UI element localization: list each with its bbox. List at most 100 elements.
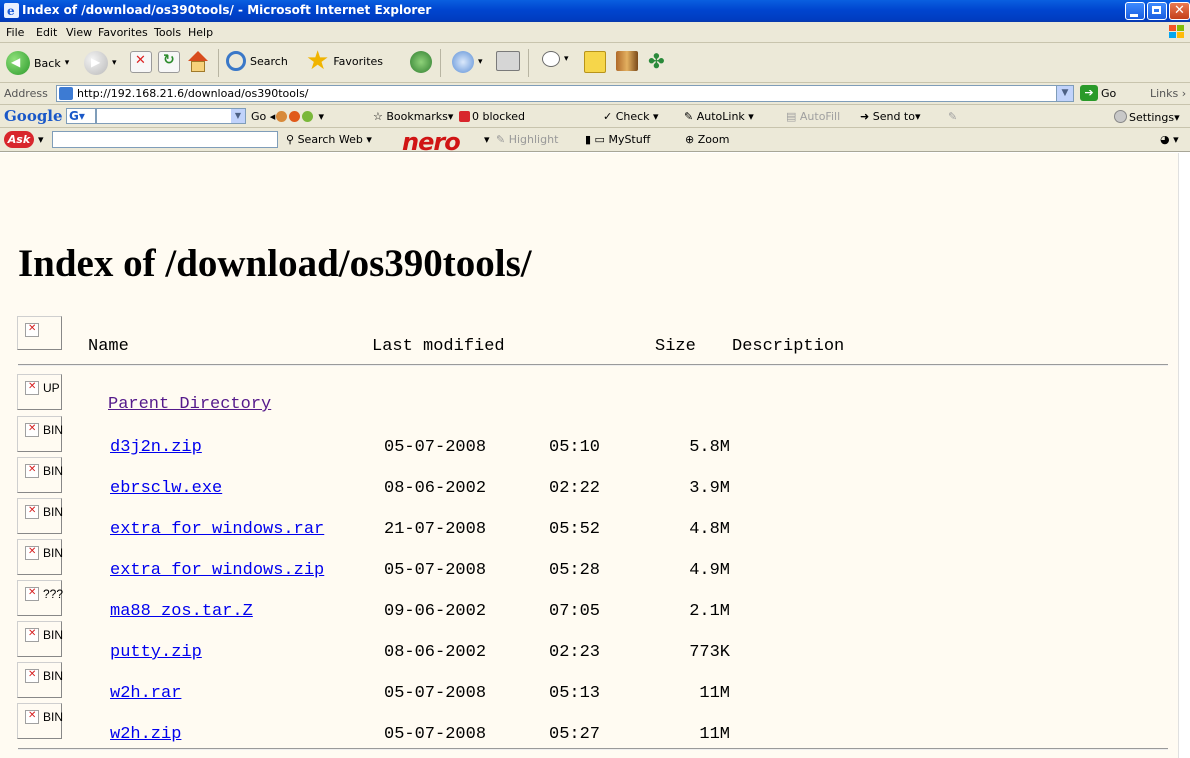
links-button[interactable]: Links › <box>1150 87 1186 100</box>
google-go-button[interactable]: Go ◂ <box>251 110 275 123</box>
address-input[interactable]: http://192.168.21.6/download/os390tools/… <box>56 85 1074 102</box>
google-g-button[interactable]: G▾ <box>66 108 96 124</box>
search-web-button[interactable]: ⚲ Search Web ▾ <box>286 133 372 146</box>
bookmarks-button[interactable]: ☆ Bookmarks▾ <box>373 110 453 123</box>
mystuff-button[interactable]: ▮ ▭ MyStuff <box>585 133 650 146</box>
file-link[interactable]: w2h.zip <box>110 725 181 744</box>
autolink-button[interactable]: ✎ AutoLink ▾ <box>684 110 754 123</box>
address-dropdown-icon[interactable]: ▼ <box>1056 86 1073 101</box>
icon-alt-text: BIN <box>43 505 64 519</box>
vertical-scrollbar[interactable] <box>1178 153 1190 758</box>
file-time: 05:13 <box>549 684 601 703</box>
stop-button[interactable] <box>130 51 152 73</box>
ask-dropdown-icon[interactable]: ▾ <box>38 133 44 146</box>
back-arrow-icon <box>6 51 30 75</box>
file-size: 11M <box>699 684 730 703</box>
search-button[interactable]: Search <box>226 51 288 71</box>
file-link[interactable]: putty.zip <box>110 643 202 662</box>
broken-image-icon <box>25 505 39 519</box>
file-time: 05:27 <box>549 725 601 744</box>
google-logo[interactable]: Google <box>4 107 63 125</box>
autofill-button[interactable]: ▤ AutoFill <box>786 110 840 123</box>
edit-button[interactable]: ▾ <box>542 51 569 67</box>
windows-flag-icon <box>1169 25 1184 38</box>
parent-directory-link[interactable]: Parent Directory <box>108 395 271 414</box>
menu-file[interactable]: File <box>6 26 24 39</box>
ask-logo[interactable]: Ask <box>4 131 34 148</box>
home-icon <box>186 51 210 73</box>
check-button[interactable]: ✓ Check ▾ <box>603 110 659 123</box>
stop-icon <box>130 51 152 73</box>
file-icon-cell: BIN <box>17 703 63 739</box>
column-size[interactable]: Size <box>655 337 696 356</box>
window-title-bar[interactable]: e Index of /download/os390tools/ - Micro… <box>0 0 1190 22</box>
file-link[interactable]: extra_for_windows.zip <box>110 561 324 580</box>
google-search-input[interactable]: ▼ <box>96 108 246 124</box>
header-divider <box>18 364 1168 366</box>
file-time: 07:05 <box>549 602 601 621</box>
research-button[interactable] <box>616 51 638 71</box>
menu-tools[interactable]: Tools <box>154 26 181 39</box>
file-link[interactable]: extra_for_windows.rar <box>110 520 324 539</box>
google-icons-group[interactable]: ▾ <box>276 110 324 123</box>
address-label: Address <box>4 87 48 100</box>
menu-favorites[interactable]: Favorites <box>98 26 148 39</box>
nero-dropdown-icon[interactable]: ▾ <box>484 133 490 146</box>
file-date: 05-07-2008 <box>384 561 487 580</box>
file-icon-cell: ??? <box>17 580 64 616</box>
minimize-button[interactable] <box>1125 2 1145 20</box>
menu-bar: File Edit View Favorites Tools Help <box>0 22 1190 43</box>
menu-view[interactable]: View <box>66 26 92 39</box>
forward-button[interactable]: ▾ <box>84 51 117 75</box>
file-date: 05-07-2008 <box>384 438 487 457</box>
history-button[interactable]: ▾ <box>452 51 483 73</box>
refresh-button[interactable] <box>158 51 180 73</box>
file-date: 08-06-2002 <box>384 643 487 662</box>
file-link[interactable]: ma88_zos.tar.Z <box>110 602 253 621</box>
menu-edit[interactable]: Edit <box>36 26 57 39</box>
close-button[interactable] <box>1169 2 1190 20</box>
pencil-icon[interactable]: ✎ <box>948 110 957 123</box>
file-time: 05:52 <box>549 520 601 539</box>
notes-button[interactable] <box>584 51 606 73</box>
broken-image-icon <box>25 628 39 642</box>
sendto-button[interactable]: ➜ Send to▾ <box>860 110 921 123</box>
file-icon-cell: BIN <box>17 416 63 452</box>
spell-icon <box>302 111 313 122</box>
popup-blocked-button[interactable]: 0 blocked <box>459 110 525 123</box>
back-button[interactable]: Back▾ <box>6 51 69 75</box>
star-icon: ★ <box>306 46 330 76</box>
file-link[interactable]: w2h.rar <box>110 684 181 703</box>
history-icon <box>452 51 474 73</box>
svg-text:e: e <box>7 4 15 18</box>
broken-image-icon <box>25 669 39 683</box>
highlight-button[interactable]: ✎ Highlight <box>496 133 558 146</box>
settings-button[interactable]: Settings▾ <box>1114 110 1180 124</box>
nero-logo[interactable]: nero <box>402 128 461 156</box>
ask-toolbar: Ask ▾ ⚲ Search Web ▾ nero ▾ ✎ Highlight … <box>0 128 1190 156</box>
column-description[interactable]: Description <box>732 337 844 356</box>
pagerank-icon <box>276 111 287 122</box>
settings-icon <box>1114 110 1127 123</box>
google-search-dropdown-icon[interactable]: ▼ <box>231 109 245 123</box>
maximize-button[interactable] <box>1147 2 1167 20</box>
file-link[interactable]: ebrsclw.exe <box>110 479 222 498</box>
ask-search-input[interactable] <box>52 131 278 148</box>
menu-help[interactable]: Help <box>188 26 213 39</box>
print-button[interactable] <box>496 51 520 71</box>
file-icon-cell: BIN <box>17 621 63 657</box>
column-name[interactable]: Name <box>88 337 129 356</box>
home-button[interactable] <box>186 51 210 73</box>
zoom-button[interactable]: ⊕ Zoom <box>685 133 729 146</box>
media-button[interactable] <box>410 51 432 73</box>
broken-image-icon <box>25 381 39 395</box>
messenger-button[interactable]: ✤ <box>648 51 674 71</box>
column-last-modified[interactable]: Last modified <box>372 337 505 356</box>
file-link[interactable]: d3j2n.zip <box>110 438 202 457</box>
ie-logo-icon: e <box>4 3 19 18</box>
file-time: 02:22 <box>549 479 601 498</box>
go-button[interactable]: ➔ Go <box>1080 85 1116 101</box>
icon-alt-text: ??? <box>43 587 64 601</box>
favorites-button[interactable]: ★ Favorites <box>306 46 383 76</box>
ask-options-icon[interactable]: ◕ ▾ <box>1160 133 1179 146</box>
